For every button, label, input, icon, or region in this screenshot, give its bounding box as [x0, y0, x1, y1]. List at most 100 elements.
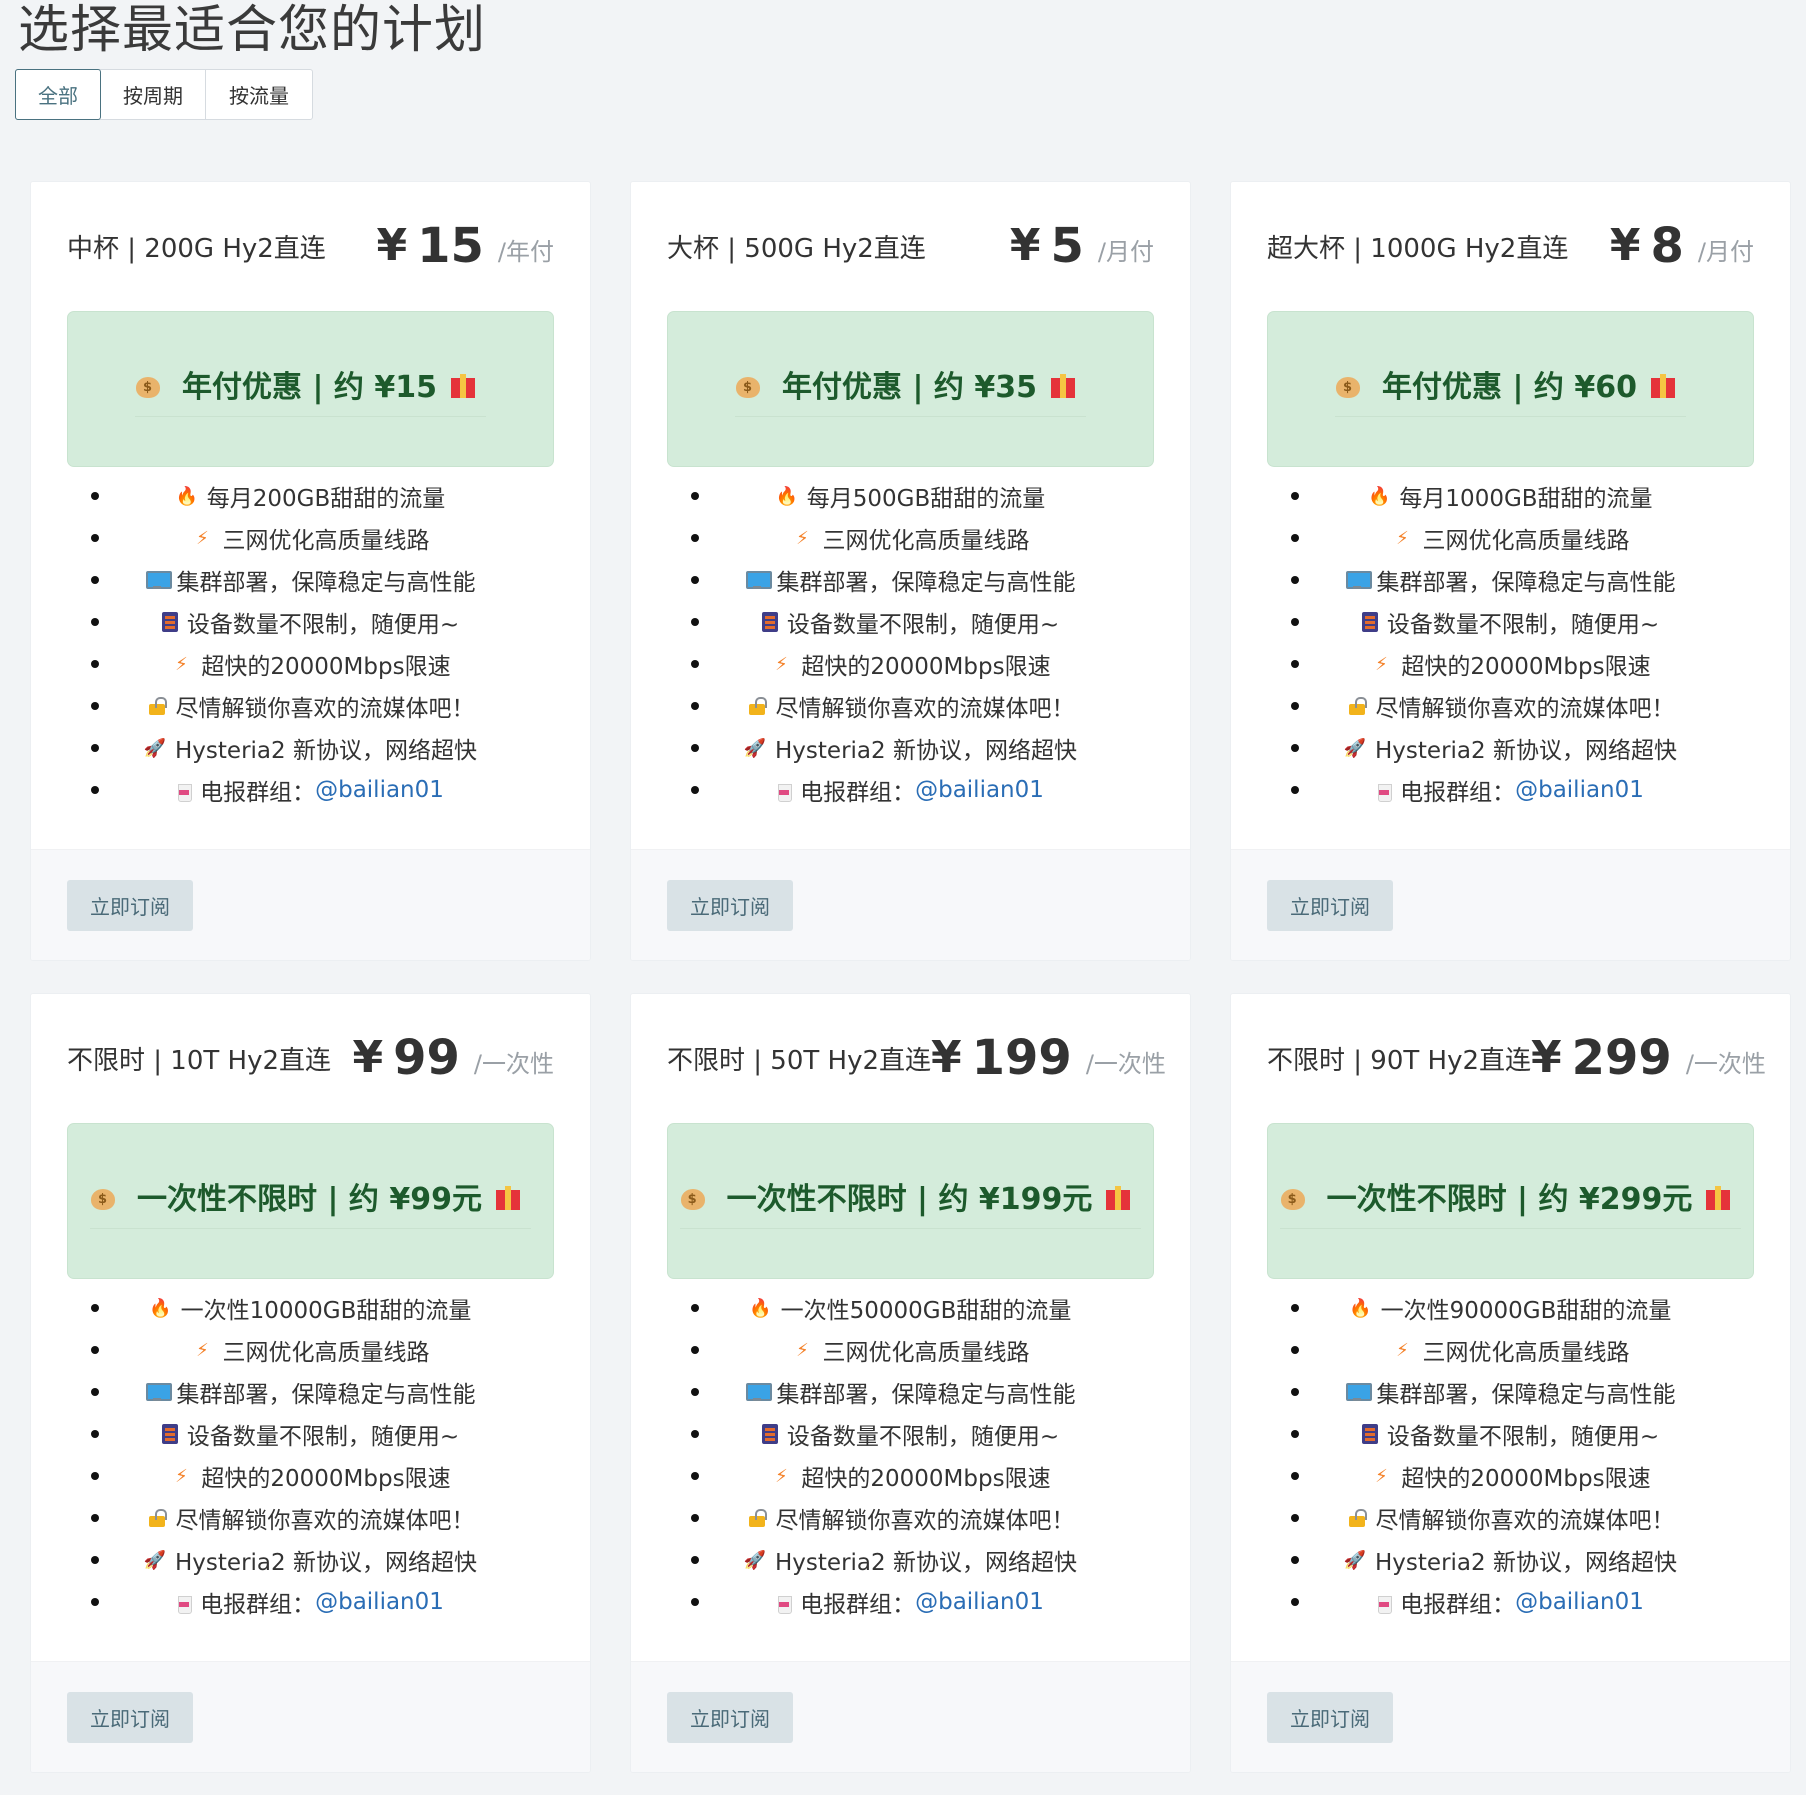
price-amount: 99 — [393, 1030, 460, 1086]
feature-text: 超快的20000Mbps限速 — [1401, 654, 1651, 680]
gift-icon — [1704, 1182, 1732, 1210]
feature-text: 设备数量不限制，随便用~ — [186, 612, 460, 638]
price-currency: ¥ — [1531, 1032, 1562, 1083]
feature-item: 尽情解锁你喜欢的流媒体吧！ — [67, 1497, 554, 1539]
feature-item: ⚡ 三网优化高质量线路 — [67, 1329, 554, 1371]
gift-icon — [449, 370, 477, 398]
lightning-icon: ⚡ — [775, 653, 788, 675]
feature-text: 一次性90000GB甜甜的流量 — [1380, 1298, 1672, 1324]
fire-icon: 🔥 — [1349, 1297, 1372, 1319]
subscribe-button[interactable]: 立即订阅 — [1267, 1692, 1393, 1743]
price-period: /一次性 — [473, 1050, 554, 1078]
feature-item: 🚀 Hysteria2 新协议，网络超快 — [667, 1539, 1154, 1581]
monitor-icon — [745, 571, 772, 589]
telegram-group-link[interactable]: @bailian01 — [315, 1589, 444, 1615]
price-period: /月付 — [1697, 238, 1754, 266]
feature-item: 电报群组： @bailian01 — [67, 1581, 554, 1623]
feature-text: 三网优化高质量线路 — [222, 1340, 430, 1366]
telegram-group-link[interactable]: @bailian01 — [315, 777, 444, 803]
feature-text: 设备数量不限制，随便用~ — [186, 1424, 460, 1450]
price-amount: 5 — [1050, 218, 1084, 274]
fire-icon: 🔥 — [175, 485, 198, 507]
fire-icon: 🔥 — [775, 485, 798, 507]
feature-item: 🔥 一次性10000GB甜甜的流量 — [67, 1287, 554, 1329]
feature-text: 三网优化高质量线路 — [822, 1340, 1030, 1366]
gift-icon — [1049, 370, 1077, 398]
tab-by-traffic[interactable]: 按流量 — [206, 70, 312, 119]
feature-text: 设备数量不限制，随便用~ — [786, 612, 1060, 638]
feature-item: 设备数量不限制，随便用~ — [667, 601, 1154, 643]
lightning-icon: ⚡ — [1396, 1339, 1409, 1361]
telegram-group-link[interactable]: @bailian01 — [915, 777, 1044, 803]
price-currency: ¥ — [1609, 220, 1641, 271]
feature-item: ⚡ 超快的20000Mbps限速 — [667, 643, 1154, 685]
lightning-icon: ⚡ — [1396, 527, 1409, 549]
unlock-icon — [147, 697, 167, 715]
price-period: /月付 — [1097, 238, 1154, 266]
promo-banner: 一次性不限时 | 约 ¥199元 — [667, 1123, 1154, 1279]
subscribe-button[interactable]: 立即订阅 — [67, 1692, 193, 1743]
subscribe-button[interactable]: 立即订阅 — [1267, 880, 1393, 931]
telegram-group-link[interactable]: @bailian01 — [915, 1589, 1044, 1615]
tab-by-period[interactable]: 按周期 — [101, 70, 206, 119]
plan-footer: 立即订阅 — [31, 849, 590, 960]
feature-text: 设备数量不限制，随便用~ — [786, 1424, 1060, 1450]
unlock-icon — [1347, 697, 1367, 715]
promo-content: 年付优惠 | 约 ¥35 — [735, 362, 1086, 417]
plan-header: 大杯 | 500G Hy2直连 ¥ 5 /月付 — [667, 216, 1154, 276]
tab-all[interactable]: 全部 — [15, 69, 101, 120]
device-icon — [1361, 612, 1378, 632]
feature-text: 三网优化高质量线路 — [222, 528, 430, 554]
subscribe-button[interactable]: 立即订阅 — [667, 880, 793, 931]
price-period: /年付 — [497, 238, 554, 266]
feature-text: 超快的20000Mbps限速 — [801, 654, 1051, 680]
feature-item: 尽情解锁你喜欢的流媒体吧！ — [667, 1497, 1154, 1539]
plan-header: 超大杯 | 1000G Hy2直连 ¥ 8 /月付 — [1267, 216, 1754, 276]
rocket-icon: 🚀 — [143, 1549, 167, 1571]
unlock-icon — [147, 1509, 167, 1527]
lightning-icon: ⚡ — [1375, 653, 1388, 675]
feature-item: ⚡ 三网优化高质量线路 — [1267, 517, 1754, 559]
feature-item: ⚡ 三网优化高质量线路 — [667, 1329, 1154, 1371]
device-icon — [1361, 1424, 1378, 1444]
feature-text: Hysteria2 新协议，网络超快 — [775, 738, 1077, 764]
feature-item: ⚡ 三网优化高质量线路 — [67, 517, 554, 559]
feature-text: 每月500GB甜甜的流量 — [806, 486, 1046, 512]
price-period: /一次性 — [1085, 1050, 1166, 1078]
gift-icon — [1104, 1182, 1132, 1210]
feature-text: 一次性10000GB甜甜的流量 — [180, 1298, 472, 1324]
telegram-group-link[interactable]: @bailian01 — [1515, 777, 1644, 803]
feature-text: 集群部署，保障稳定与高性能 — [776, 570, 1076, 596]
promo-content: 一次性不限时 | 约 ¥99元 — [90, 1174, 531, 1229]
telegram-group-link[interactable]: @bailian01 — [1515, 1589, 1644, 1615]
price-amount: 15 — [417, 218, 484, 274]
subscribe-button[interactable]: 立即订阅 — [667, 1692, 793, 1743]
lightning-icon: ⚡ — [196, 527, 209, 549]
lightning-icon: ⚡ — [175, 653, 188, 675]
feature-item: 设备数量不限制，随便用~ — [1267, 1413, 1754, 1455]
promo-content: 年付优惠 | 约 ¥15 — [135, 362, 486, 417]
promo-banner: 年付优惠 | 约 ¥35 — [667, 311, 1154, 467]
drink-icon — [777, 780, 793, 802]
subscribe-button[interactable]: 立即订阅 — [67, 880, 193, 931]
feature-text: 集群部署，保障稳定与高性能 — [1376, 1382, 1676, 1408]
unlock-icon — [747, 697, 767, 715]
feature-item: 集群部署，保障稳定与高性能 — [1267, 559, 1754, 601]
lightning-icon: ⚡ — [775, 1465, 788, 1487]
monitor-icon — [1345, 1383, 1372, 1401]
feature-item: 🚀 Hysteria2 新协议，网络超快 — [67, 1539, 554, 1581]
feature-text: 尽情解锁你喜欢的流媒体吧！ — [1375, 1508, 1675, 1534]
feature-text: 每月1000GB甜甜的流量 — [1399, 486, 1653, 512]
price-amount: 8 — [1650, 218, 1684, 274]
feature-text: 电报群组： — [1400, 780, 1516, 806]
feature-text: 超快的20000Mbps限速 — [201, 654, 451, 680]
plan-card-3: 超大杯 | 1000G Hy2直连 ¥ 8 /月付 年付优惠 | 约 ¥60 🔥… — [1230, 181, 1791, 961]
price-currency: ¥ — [931, 1032, 962, 1083]
plan-header: 中杯 | 200G Hy2直连 ¥ 15 /年付 — [67, 216, 554, 276]
feature-text: 尽情解锁你喜欢的流媒体吧！ — [175, 696, 475, 722]
plan-name: 超大杯 | 1000G Hy2直连 — [1267, 233, 1569, 264]
plan-card-5: 不限时 | 50T Hy2直连 ¥ 199 /一次性 一次性不限时 | 约 ¥1… — [630, 993, 1191, 1773]
price-amount: 299 — [1571, 1030, 1672, 1086]
monitor-icon — [145, 1383, 172, 1401]
promo-banner: 年付优惠 | 约 ¥60 — [1267, 311, 1754, 467]
